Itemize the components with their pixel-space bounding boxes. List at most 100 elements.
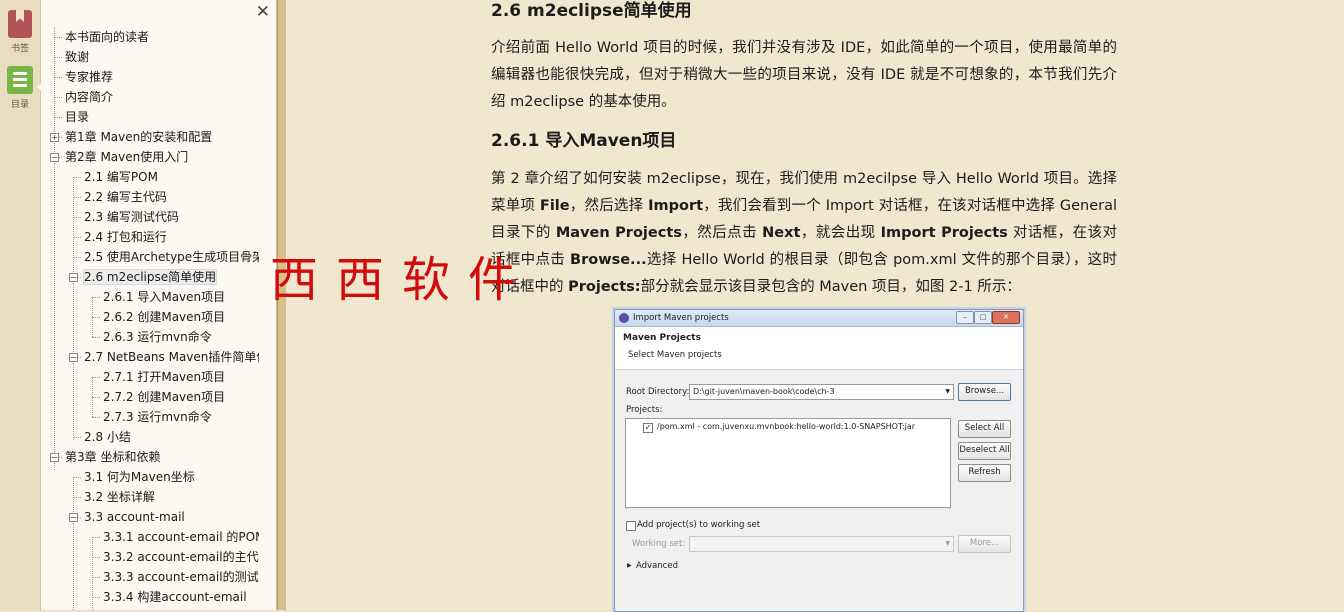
toc-icon xyxy=(7,66,33,94)
toc-item-label: 3.3.3 account-email的测试代码 xyxy=(103,570,259,584)
toc-tree: 本书面向的读者 致谢 专家推荐 内容简介 目录 第1章 Maven的安装和配置 + 第2章 M… xyxy=(41,0,259,610)
toc-panel: 本书面向的读者 致谢 专家推荐 内容简介 目录 第1章 Maven的安装和配置 + 第2章 M… xyxy=(41,0,316,610)
import-paragraph: 第 2 章介绍了如何安装 m2eclipse，现在，我们使用 m2ecilpse… xyxy=(491,166,1117,301)
tree-connector xyxy=(92,337,100,338)
bookmark-tab[interactable]: 书签 xyxy=(3,8,37,54)
dialog-titlebar: Import Maven projects – □ ✕ xyxy=(615,310,1023,327)
working-set-combo[interactable]: ▼ xyxy=(689,536,954,552)
toc-item-label: 3.3.4 构建account-email xyxy=(103,590,247,604)
toc-item[interactable]: 3.3 account-mail xyxy=(84,507,185,527)
collapse-icon[interactable]: − xyxy=(69,273,78,282)
toc-item-label: 2.6 m2eclipse简单使用 xyxy=(82,269,218,285)
expand-icon[interactable]: + xyxy=(50,133,59,142)
next-term: Next xyxy=(762,225,801,241)
toc-item[interactable]: 致谢 xyxy=(65,47,89,67)
toc-item[interactable]: 第3章 坐标和依赖 xyxy=(65,447,160,467)
tree-connector xyxy=(92,597,100,598)
tree-connector xyxy=(54,77,62,78)
projects-list[interactable]: ✓ /pom.xml - com.juvenxu.mvnbook:hello-w… xyxy=(625,418,951,508)
collapse-icon[interactable]: − xyxy=(69,513,78,522)
toc-item[interactable]: 2.1 编写POM xyxy=(84,167,158,187)
project-entry[interactable]: /pom.xml - com.juvenxu.mvnbook:hello-wor… xyxy=(657,422,915,432)
toc-item-label: 3.2 坐标详解 xyxy=(84,490,155,504)
collapse-icon[interactable]: − xyxy=(50,153,59,162)
dialog-title: Import Maven projects xyxy=(633,313,729,323)
toc-item-label: 2.3 编写测试代码 xyxy=(84,210,179,224)
toc-item[interactable]: 2.7.1 打开Maven项目 xyxy=(103,367,225,387)
working-set-checkbox[interactable] xyxy=(626,521,636,531)
toc-item[interactable]: 第1章 Maven的安装和配置 xyxy=(65,127,212,147)
toc-item[interactable]: 2.7 NetBeans Maven插件简单使用 xyxy=(84,347,259,367)
toc-tab[interactable]: 目录 xyxy=(3,64,37,110)
deselect-all-button[interactable]: Deselect All xyxy=(958,442,1011,460)
para-text: ，就会出现 xyxy=(800,225,881,241)
close-icon[interactable]: ✕ xyxy=(256,4,270,21)
refresh-button[interactable]: Refresh xyxy=(958,464,1011,482)
browse-button[interactable]: Browse... xyxy=(958,383,1011,401)
toc-item-label: 2.6.1 导入Maven项目 xyxy=(103,290,226,304)
toc-item[interactable]: 2.5 使用Archetype生成项目骨架 xyxy=(84,247,259,267)
eclipse-icon xyxy=(619,313,629,323)
toc-item-label: 第3章 坐标和依赖 xyxy=(65,450,161,464)
toc-item[interactable]: 2.6.2 创建Maven项目 xyxy=(103,307,225,327)
tree-connector xyxy=(73,217,81,218)
toc-item[interactable]: 专家推荐 xyxy=(65,67,113,87)
tree-connector xyxy=(54,97,62,98)
toc-item[interactable]: 2.6.1 导入Maven项目 xyxy=(103,287,225,307)
toc-item[interactable]: 2.7.2 创建Maven项目 xyxy=(103,387,225,407)
toc-item-label: 3.1 何为Maven坐标 xyxy=(84,470,195,484)
toc-item[interactable]: 3.3.1 account-email 的POM xyxy=(103,527,259,547)
project-checkbox[interactable]: ✓ xyxy=(643,423,653,433)
toc-item[interactable]: 内容简介 xyxy=(65,87,113,107)
toc-item-label: 2.2 编写主代码 xyxy=(84,190,167,204)
toc-item-label: 2.7.1 打开Maven项目 xyxy=(103,370,226,384)
toc-item[interactable]: 3.3.3 account-email的测试代码 xyxy=(103,567,259,587)
toc-item[interactable]: 2.4 打包和运行 xyxy=(84,227,167,247)
close-icon[interactable]: ✕ xyxy=(992,311,1020,324)
menu-file-term: File xyxy=(539,198,570,214)
import-projects-term: Import Projects xyxy=(880,225,1008,241)
toc-item[interactable]: 2.2 编写主代码 xyxy=(84,187,167,207)
toc-tab-label: 目录 xyxy=(10,100,29,110)
advanced-section-toggle[interactable]: Advanced xyxy=(636,561,678,571)
toc-item[interactable]: 2.8 小结 xyxy=(84,427,131,447)
para-text: ，然后点击 xyxy=(681,225,763,241)
toc-item[interactable]: 2.3 编写测试代码 xyxy=(84,207,179,227)
watermark: 西西软件 xyxy=(270,252,535,308)
tree-connector xyxy=(92,317,100,318)
toc-item[interactable]: 3.1 何为Maven坐标 xyxy=(84,467,195,487)
select-all-button[interactable]: Select All xyxy=(958,420,1011,438)
more-button[interactable]: More... xyxy=(958,535,1011,553)
intro-paragraph: 介绍前面 Hello World 项目的时候，我们并没有涉及 IDE，如此简单的… xyxy=(491,40,1117,110)
toc-item[interactable]: 2.6.3 运行mvn命令 xyxy=(103,327,212,347)
toc-item-label: 3.3.2 account-email的主代码 xyxy=(103,550,259,564)
toc-item[interactable]: 第2章 Maven使用入门 xyxy=(65,147,188,167)
maximize-icon[interactable]: □ xyxy=(974,311,992,324)
toc-item[interactable]: 目录 xyxy=(65,107,89,127)
toc-item-label: 2.1 编写POM xyxy=(84,170,158,184)
root-directory-combo[interactable]: D:\git-juven\maven-book\code\ch-3 ▼ xyxy=(689,384,954,400)
working-set-checkbox-label: Add project(s) to working set xyxy=(637,520,761,530)
root-directory-value: D:\git-juven\maven-book\code\ch-3 xyxy=(693,387,835,396)
expand-arrow-icon[interactable]: ▶ xyxy=(627,562,632,569)
toc-item-label: 2.7.2 创建Maven项目 xyxy=(103,390,226,404)
toc-item[interactable]: 2.7.3 运行mvn命令 xyxy=(103,407,212,427)
toc-item-label: 2.8 小结 xyxy=(84,430,131,444)
tree-connector xyxy=(73,497,81,498)
toc-item-label: 2.6.2 创建Maven项目 xyxy=(103,310,226,324)
tree-connector xyxy=(54,57,62,58)
toc-item[interactable]: 2.6 m2eclipse简单使用 xyxy=(82,267,218,287)
menu-import-term: Import xyxy=(648,198,704,214)
toc-item-label: 2.6.3 运行mvn命令 xyxy=(103,330,212,344)
collapse-icon[interactable]: − xyxy=(69,353,78,362)
toc-item[interactable]: 本书面向的读者 xyxy=(65,27,149,47)
toc-item[interactable]: 3.2 坐标详解 xyxy=(84,487,155,507)
toc-item[interactable]: 3.3.2 account-email的主代码 xyxy=(103,547,259,567)
toc-item[interactable]: 3.3.4 构建account-email xyxy=(103,587,247,607)
import-maven-dialog-figure: Import Maven projects – □ ✕ Maven Projec… xyxy=(614,309,1024,612)
tree-connector xyxy=(92,397,100,398)
minimize-icon[interactable]: – xyxy=(956,311,974,324)
maven-projects-term: Maven Projects xyxy=(555,225,682,241)
dialog-header-subtitle: Select Maven projects xyxy=(628,350,722,360)
collapse-icon[interactable]: − xyxy=(50,453,59,462)
